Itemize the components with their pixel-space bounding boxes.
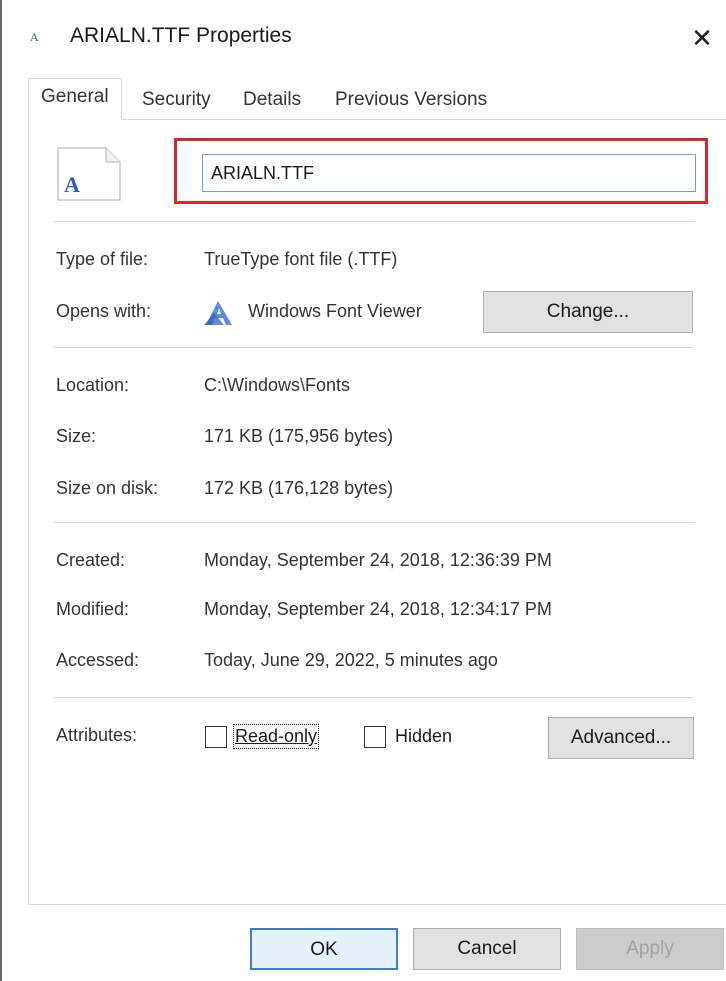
size-on-disk-label: Size on disk:	[56, 478, 159, 498]
attributes-label: Attributes:	[56, 725, 138, 745]
opens-with-value: Windows Font Viewer	[248, 301, 422, 321]
window-title: ARIALN.TTF Properties	[70, 24, 292, 47]
modified-label: Modified:	[56, 599, 130, 619]
general-tab-panel	[28, 119, 726, 905]
font-document-icon: A	[56, 146, 122, 202]
opens-with-label: Opens with:	[56, 301, 152, 321]
modified-value: Monday, September 24, 2018, 12:34:17 PM	[204, 599, 552, 619]
advanced-button-label: Advanced...	[570, 727, 672, 748]
file-icon-glyph: A	[64, 172, 80, 197]
separator	[54, 522, 694, 523]
type-of-file-label: Type of file:	[56, 249, 149, 269]
ok-button-label: OK	[310, 939, 338, 960]
advanced-button[interactable]: Advanced...	[548, 717, 694, 759]
title-bar: A ARIALN.TTF Properties ✕	[2, 0, 726, 70]
separator	[54, 697, 694, 698]
size-label: Size:	[56, 426, 97, 446]
accessed-label: Accessed:	[56, 650, 140, 670]
hidden-checkbox[interactable]	[364, 726, 386, 748]
hidden-label[interactable]: Hidden	[395, 726, 452, 747]
font-viewer-icon	[202, 299, 236, 329]
size-on-disk-value: 172 KB (176,128 bytes)	[204, 478, 394, 498]
accessed-value: Today, June 29, 2022, 5 minutes ago	[204, 650, 498, 670]
close-icon: ✕	[691, 23, 713, 53]
ok-button[interactable]: OK	[250, 928, 398, 970]
close-button[interactable]: ✕	[682, 18, 722, 58]
properties-dialog: A ARIALN.TTF Properties ✕ General Securi…	[0, 0, 726, 981]
created-value: Monday, September 24, 2018, 12:36:39 PM	[204, 550, 552, 570]
read-only-checkbox[interactable]	[205, 726, 227, 748]
tab-general[interactable]: General	[28, 78, 122, 120]
separator	[54, 221, 694, 222]
apply-button-label: Apply	[626, 938, 674, 959]
size-value: 171 KB (175,956 bytes)	[204, 426, 394, 446]
type-of-file-value: TrueType font file (.TTF)	[204, 249, 398, 269]
change-button-label: Change...	[546, 301, 630, 322]
font-file-icon: A	[30, 30, 39, 44]
tab-previous-versions[interactable]: Previous Versions	[335, 84, 487, 116]
cancel-button[interactable]: Cancel	[413, 928, 561, 970]
separator	[54, 347, 694, 348]
change-button[interactable]: Change...	[483, 291, 693, 333]
location-label: Location:	[56, 375, 130, 395]
apply-button[interactable]: Apply	[576, 928, 724, 970]
tab-details[interactable]: Details	[243, 84, 301, 116]
read-only-label[interactable]: Read-only	[232, 724, 320, 749]
created-label: Created:	[56, 550, 126, 570]
location-value: C:\Windows\Fonts	[204, 375, 351, 395]
cancel-button-label: Cancel	[457, 938, 517, 959]
tab-security[interactable]: Security	[142, 84, 211, 116]
file-name-field[interactable]: ARIALN.TTF	[202, 154, 696, 192]
read-only-label-text: Read-only	[235, 726, 318, 746]
